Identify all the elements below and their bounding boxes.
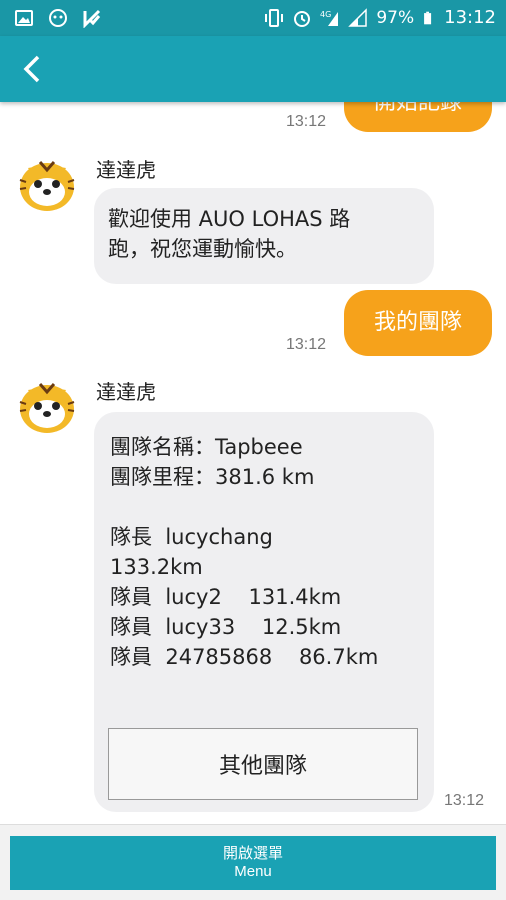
app-bar	[0, 36, 506, 102]
alarm-icon	[294, 10, 311, 27]
4g-signal-icon: 4G	[320, 10, 339, 26]
status-bar: 4G 97% 13:12	[0, 0, 506, 36]
message-text-line: 跑，祝您運動愉快。	[108, 237, 297, 261]
vibrate-icon	[265, 8, 284, 27]
message-text-line: 歡迎使用 AUO LOHAS 路	[108, 207, 351, 231]
clock: 13:12	[444, 7, 496, 28]
message-time: 13:12	[286, 336, 327, 353]
chat-bubble-sent: 開始記錄	[344, 102, 492, 132]
battery-icon	[424, 11, 432, 24]
other-teams-button[interactable]: 其他團隊	[108, 728, 418, 800]
message-time: 13:12	[286, 113, 327, 130]
team-name-line: 團隊名稱：Tapbeee	[110, 435, 303, 459]
leader-distance-line: 133.2km	[110, 555, 203, 579]
sender-name: 達達虎	[96, 158, 156, 182]
chevron-left-icon[interactable]	[18, 54, 48, 84]
image-icon	[15, 10, 33, 26]
menu-button-sublabel: Menu	[234, 863, 272, 880]
sender-name: 達達虎	[96, 380, 156, 404]
message-time: 13:12	[444, 792, 485, 809]
team-info-card: 團隊名稱：Tapbeee 團隊里程：381.6 km 隊長 lucychang …	[94, 412, 434, 812]
signal-icon	[348, 7, 368, 27]
member-line: 隊員 lucy33 12.5km	[110, 615, 342, 639]
leader-line: 隊長 lucychang	[110, 525, 273, 549]
chat-bubble-sent: 我的團隊	[344, 290, 492, 356]
svg-text:4G: 4G	[320, 10, 331, 19]
open-menu-button[interactable]: 開啟選單 Menu	[10, 836, 496, 890]
chat-bubble-received: 歡迎使用 AUO LOHAS 路 跑，祝您運動愉快。	[94, 188, 434, 284]
tiger-notification-icon	[49, 9, 67, 27]
tiger-avatar	[19, 161, 75, 211]
message-text: 開始記錄	[373, 102, 462, 115]
check-notification-icon	[83, 9, 101, 28]
member-line: 隊員 24785868 86.7km	[110, 645, 379, 669]
menu-button-label: 開啟選單	[222, 844, 283, 862]
bottom-bar: 開啟選單 Menu	[0, 824, 506, 900]
message-text: 我的團隊	[373, 310, 462, 335]
tiger-avatar	[19, 383, 75, 433]
team-info-text: 團隊名稱：Tapbeee 團隊里程：381.6 km 隊長 lucychang …	[110, 432, 418, 672]
member-line: 隊員 lucy2 131.4km	[110, 585, 342, 609]
team-distance-line: 團隊里程：381.6 km	[110, 465, 315, 489]
battery-percent: 97%	[376, 7, 415, 28]
chat-area[interactable]: 開始記錄 13:12 達達虎 歡迎使用 AUO LOHAS 路 跑，祝您運動愉快…	[0, 102, 506, 824]
